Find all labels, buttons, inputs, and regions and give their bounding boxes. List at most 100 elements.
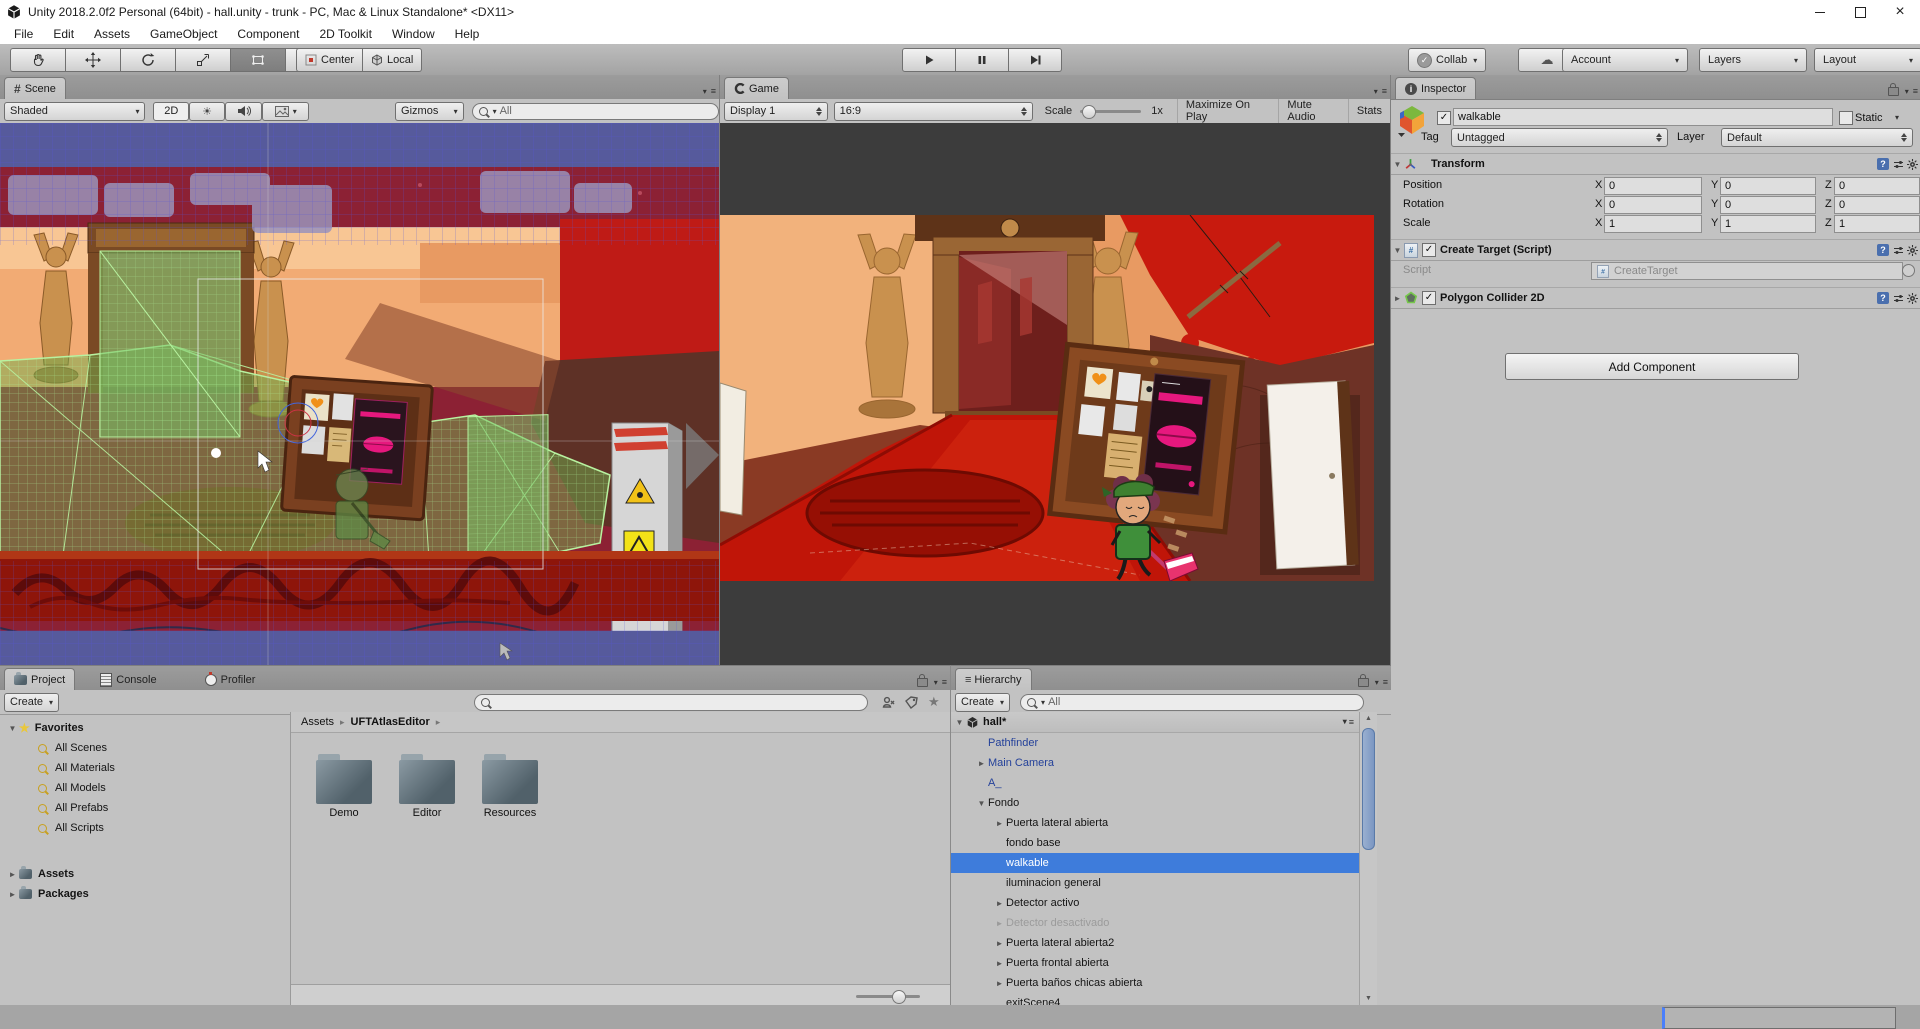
tab-inspector[interactable]: i Inspector	[1395, 77, 1476, 99]
lock-icon[interactable]	[1888, 87, 1899, 96]
project-search-input[interactable]	[493, 695, 861, 709]
scale-x-field[interactable]: 1	[1604, 215, 1702, 233]
hierarchy-item-fondo-base[interactable]: fondo base	[951, 833, 1359, 853]
project-search-field[interactable]	[474, 694, 868, 711]
scroll-up-arrow[interactable]: ▲	[1360, 712, 1377, 726]
layers-dropdown[interactable]: Layers▾	[1699, 48, 1807, 72]
tab-scene[interactable]: # Scene	[4, 77, 66, 99]
active-checkbox[interactable]: ✓	[1437, 111, 1451, 125]
tag-dropdown[interactable]: Untagged	[1451, 128, 1668, 147]
favorite-all-scripts[interactable]: All Scripts	[0, 818, 290, 838]
foldout-icon[interactable]: ►	[993, 899, 1006, 908]
panel-menu-icon[interactable]: ≡	[942, 677, 946, 687]
maximize-on-play-button[interactable]: Maximize On Play	[1177, 99, 1279, 123]
favorites-filter-icon[interactable]: ★	[928, 694, 940, 710]
menu-window[interactable]: Window	[382, 25, 445, 43]
pivot-center-button[interactable]: Center	[296, 48, 363, 72]
rotate-tool-button[interactable]	[121, 48, 176, 72]
scene-dropdown-icon[interactable]: ▾	[1343, 717, 1347, 727]
object-name-field[interactable]: walkable	[1453, 108, 1833, 126]
object-picker-icon[interactable]	[1902, 264, 1915, 277]
hierarchy-item-puerta-lateral-abierta2[interactable]: ►Puerta lateral abierta2	[951, 933, 1359, 953]
gear-icon[interactable]	[1907, 293, 1918, 304]
move-tool-button[interactable]	[66, 48, 121, 72]
icon-size-slider[interactable]	[856, 995, 920, 998]
minimize-button[interactable]	[1800, 0, 1840, 24]
layout-dropdown[interactable]: Layout▾	[1814, 48, 1920, 72]
panel-menu-icon[interactable]: ≡	[1383, 677, 1387, 687]
menu-component[interactable]: Component	[227, 25, 309, 43]
pause-button[interactable]	[956, 48, 1009, 72]
rotation-y-field[interactable]: 0	[1720, 196, 1816, 214]
help-icon[interactable]: ?	[1877, 244, 1889, 256]
scale-y-field[interactable]: 1	[1720, 215, 1816, 233]
hierarchy-search-field[interactable]: ▾ All	[1020, 694, 1364, 711]
gear-icon[interactable]	[1907, 159, 1918, 170]
rotation-z-field[interactable]: 0	[1834, 196, 1920, 214]
panel-dropdown-icon[interactable]: ▾	[1375, 678, 1379, 687]
scene-menu-icon[interactable]: ≡	[1349, 717, 1353, 727]
hierarchy-item-puerta-lateral-abierta[interactable]: ►Puerta lateral abierta	[951, 813, 1359, 833]
polygon-collider-header[interactable]: ► ✓ Polygon Collider 2D ?	[1391, 287, 1920, 309]
favorite-all-models[interactable]: All Models	[0, 778, 290, 798]
foldout-icon[interactable]: ►	[975, 759, 988, 768]
panel-menu-icon[interactable]: ≡	[1913, 86, 1917, 96]
account-dropdown[interactable]: Account▾	[1562, 48, 1688, 72]
preset-icon[interactable]	[1893, 246, 1904, 255]
tab-game[interactable]: Game	[724, 77, 789, 99]
menu-help[interactable]: Help	[445, 25, 490, 43]
rect-tool-button[interactable]	[231, 48, 286, 72]
tab-project[interactable]: Project	[4, 668, 75, 690]
menu-gameobject[interactable]: GameObject	[140, 25, 227, 43]
foldout-icon[interactable]: ►	[6, 870, 19, 879]
favorite-all-scenes[interactable]: All Scenes	[0, 738, 290, 758]
hierarchy-item-detector-activo[interactable]: ►Detector activo	[951, 893, 1359, 913]
hand-tool-button[interactable]	[10, 48, 66, 72]
stats-button[interactable]: Stats	[1348, 99, 1390, 123]
folder-demo[interactable]: Demo	[309, 760, 379, 819]
hierarchy-item-fondo[interactable]: ▼Fondo	[951, 793, 1359, 813]
panel-dropdown-icon[interactable]: ▾	[703, 87, 707, 96]
gear-icon[interactable]	[1907, 245, 1918, 256]
foldout-icon[interactable]: ►	[993, 959, 1006, 968]
menu-edit[interactable]: Edit	[43, 25, 84, 43]
menu-2d-toolkit[interactable]: 2D Toolkit	[309, 25, 381, 43]
display-dropdown[interactable]: Display 1	[724, 102, 828, 121]
tab-hierarchy[interactable]: ≡ Hierarchy	[955, 668, 1032, 690]
breadcrumb-assets[interactable]: Assets	[301, 716, 334, 728]
foldout-icon[interactable]: ►	[993, 919, 1006, 928]
hierarchy-item-main-camera[interactable]: ►Main Camera	[951, 753, 1359, 773]
maximize-button[interactable]	[1840, 0, 1880, 24]
play-button[interactable]	[902, 48, 956, 72]
foldout-icon[interactable]: ►	[1391, 294, 1404, 303]
create-target-header[interactable]: ▼ # ✓ Create Target (Script) ?	[1391, 239, 1920, 261]
static-dropdown-icon[interactable]: ▾	[1895, 113, 1899, 122]
scene-lighting-toggle[interactable]: ☀	[189, 102, 225, 121]
panel-dropdown-icon[interactable]: ▾	[1905, 87, 1909, 96]
foldout-icon[interactable]: ▼	[1391, 246, 1404, 255]
scene-audio-toggle[interactable]	[225, 102, 263, 121]
mute-audio-button[interactable]: Mute Audio	[1278, 99, 1348, 123]
game-viewport[interactable]	[720, 123, 1390, 665]
foldout-icon[interactable]: ►	[993, 939, 1006, 948]
hierarchy-item-puerta-banos-chicas-abierta[interactable]: ►Puerta baños chicas abierta	[951, 973, 1359, 993]
lock-icon[interactable]	[1358, 678, 1369, 687]
project-grid[interactable]: Demo Editor Resources	[291, 732, 950, 984]
foldout-icon[interactable]: ▼	[6, 724, 19, 733]
foldout-icon[interactable]: ►	[993, 979, 1006, 988]
foldout-icon[interactable]: ▼	[1391, 160, 1404, 169]
position-y-field[interactable]: 0	[1720, 177, 1816, 195]
component-checkbox[interactable]: ✓	[1422, 291, 1436, 305]
hierarchy-item-a[interactable]: A_	[951, 773, 1359, 793]
lock-icon[interactable]	[917, 678, 928, 687]
scale-z-field[interactable]: 1	[1834, 215, 1920, 233]
packages-root[interactable]: ► Packages	[0, 884, 290, 904]
favorites-root[interactable]: ▼ ★ Favorites	[0, 718, 290, 738]
assets-root[interactable]: ► Assets	[0, 864, 290, 884]
folder-editor[interactable]: Editor	[392, 760, 462, 819]
rotation-x-field[interactable]: 0	[1604, 196, 1702, 214]
foldout-icon[interactable]: ►	[993, 819, 1006, 828]
hierarchy-scrollbar[interactable]: ▲ ▼	[1359, 712, 1377, 1006]
scale-slider[interactable]	[1080, 110, 1141, 113]
hierarchy-create-dropdown[interactable]: Create▾	[955, 693, 1010, 712]
